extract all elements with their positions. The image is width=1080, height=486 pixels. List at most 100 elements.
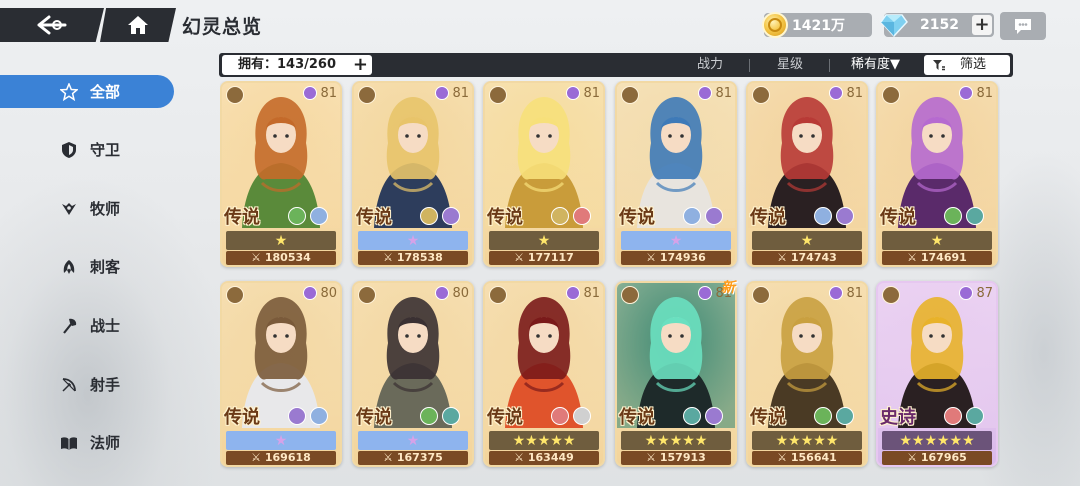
character-card[interactable]: 81 传说 ★ ⚔ 180534	[220, 81, 342, 267]
rarity-label: 传说	[356, 207, 392, 228]
advancement-badge-icon	[959, 86, 974, 100]
sort-by-rarity[interactable]: 稀有度▼	[851, 53, 900, 77]
combat-power-value: 163449	[527, 451, 574, 464]
combat-power: ⚔ 169618	[226, 451, 336, 465]
combat-power: ⚔ 174743	[752, 251, 862, 265]
add-gems-button[interactable]: +	[972, 15, 992, 35]
character-card[interactable]: 81 传说 ★★★★★ ⚔ 157913	[615, 281, 737, 467]
element-icon	[705, 407, 723, 425]
character-card[interactable]: 81 传说 ★ ⚔ 174743	[746, 81, 868, 267]
axe-icon	[63, 318, 77, 334]
crossed-swords-icon: ⚔	[251, 251, 265, 264]
home-button[interactable]	[100, 8, 176, 42]
character-card[interactable]: 81 传说 ★★★★★ ⚔ 156641	[746, 281, 868, 467]
element-icon	[551, 407, 569, 425]
stars: ★	[274, 432, 288, 449]
sidebar-label: 全部	[90, 83, 121, 101]
chat-bubble-icon	[1015, 19, 1031, 34]
rarity-label: 史诗	[880, 407, 916, 428]
advancement-badge-icon	[303, 286, 318, 300]
rarity-label: 传说	[880, 207, 916, 228]
star-rating: ★★★★★	[489, 431, 599, 450]
dagger-icon	[63, 259, 75, 274]
divider	[749, 59, 750, 72]
level-indicator: 81	[698, 85, 732, 101]
new-badge: 新	[721, 280, 735, 296]
stars: ★★★★★	[644, 432, 708, 449]
character-card[interactable]: 81 传说 ★★★★★ ⚔ 163449	[483, 281, 605, 467]
rarity-label: 传说	[356, 407, 392, 428]
crossed-swords-icon: ⚔	[251, 451, 265, 464]
rarity-label: 传说	[487, 207, 523, 228]
level-indicator: 87	[959, 285, 993, 301]
level-indicator: 81	[303, 85, 337, 101]
level-indicator: 81	[959, 85, 993, 101]
element-icon	[944, 407, 962, 425]
sidebar-item-guard[interactable]: 守卫	[0, 133, 174, 166]
element-icon	[288, 207, 306, 225]
character-card[interactable]: 80 传说 ★ ⚔ 169618	[220, 281, 342, 467]
element-icon	[420, 407, 438, 425]
level-value: 80	[320, 285, 337, 301]
advancement-badge-icon	[435, 286, 450, 300]
star-rating: ★	[358, 231, 468, 250]
combat-power-value: 156641	[790, 451, 837, 464]
element-icon	[836, 207, 854, 225]
combat-power: ⚔ 156641	[752, 451, 862, 465]
character-card[interactable]: 81 传说 ★ ⚔ 174936	[615, 81, 737, 267]
expand-slots-button[interactable]: +	[353, 55, 368, 74]
element-icon	[442, 407, 460, 425]
star-rating: ★	[226, 431, 336, 450]
level-value: 81	[715, 85, 732, 101]
chat-button[interactable]	[1000, 12, 1046, 40]
shield-icon	[621, 86, 639, 104]
sidebar-item-all[interactable]: 全部	[0, 75, 174, 108]
character-card[interactable]: 87 史诗 ★★★★★★ ⚔ 167965	[876, 281, 998, 467]
stars: ★★★★★	[512, 432, 576, 449]
top-bar: 幻灵总览 1421万 2152 +	[0, 0, 1080, 52]
advancement-badge-icon	[829, 286, 844, 300]
filter-label: 筛选	[960, 57, 987, 72]
stars: ★	[274, 232, 288, 249]
character-grid: 81 传说 ★ ⚔ 180534 81 传说 ★ ⚔ 178538 81 传说 ★ ⚔ 177117 8…	[220, 81, 1000, 486]
character-card[interactable]: 81 传说 ★ ⚔ 177117	[483, 81, 605, 267]
book-icon	[61, 436, 77, 450]
element-icon	[705, 207, 723, 225]
element-icon	[683, 207, 701, 225]
element-icon	[288, 407, 306, 425]
diamond-icon	[880, 14, 908, 37]
star-rating: ★	[621, 231, 731, 250]
gem-amount: 2152	[920, 17, 959, 33]
sidebar-item-archer[interactable]: 射手	[0, 368, 174, 401]
sidebar-item-priest[interactable]: 牧师	[0, 192, 174, 225]
advancement-badge-icon	[698, 86, 713, 100]
level-indicator: 80	[435, 285, 469, 301]
sidebar-label: 牧师	[90, 200, 121, 218]
level-value: 81	[976, 85, 993, 101]
combat-power-value: 180534	[264, 251, 311, 264]
star-rating: ★	[489, 231, 599, 250]
wings-icon	[489, 286, 507, 304]
character-card[interactable]: 81 传说 ★ ⚔ 174691	[876, 81, 998, 267]
sort-by-star[interactable]: 星级	[777, 53, 803, 77]
sidebar-item-assassin[interactable]: 刺客	[0, 250, 174, 283]
back-button[interactable]	[0, 8, 104, 42]
filter-button[interactable]: 筛选	[924, 55, 1010, 75]
star-rating: ★★★★★★	[882, 431, 992, 450]
sidebar-item-mage[interactable]: 法师	[0, 426, 174, 459]
character-card[interactable]: 80 传说 ★ ⚔ 167375	[352, 281, 474, 467]
combat-power: ⚔ 180534	[226, 251, 336, 265]
sidebar-item-warrior[interactable]: 战士	[0, 309, 174, 342]
stars: ★	[406, 432, 420, 449]
combat-power-value: 157913	[659, 451, 706, 464]
wings-icon	[226, 286, 244, 304]
star-rating: ★	[752, 231, 862, 250]
element-icon	[551, 207, 569, 225]
combat-power-value: 178538	[396, 251, 443, 264]
axe-icon	[358, 86, 376, 104]
combat-power: ⚔ 174691	[882, 251, 992, 265]
character-card[interactable]: 81 传说 ★ ⚔ 178538	[352, 81, 474, 267]
axe-icon	[621, 286, 639, 304]
sort-by-power[interactable]: 战力	[697, 53, 723, 77]
stars: ★	[406, 232, 420, 249]
